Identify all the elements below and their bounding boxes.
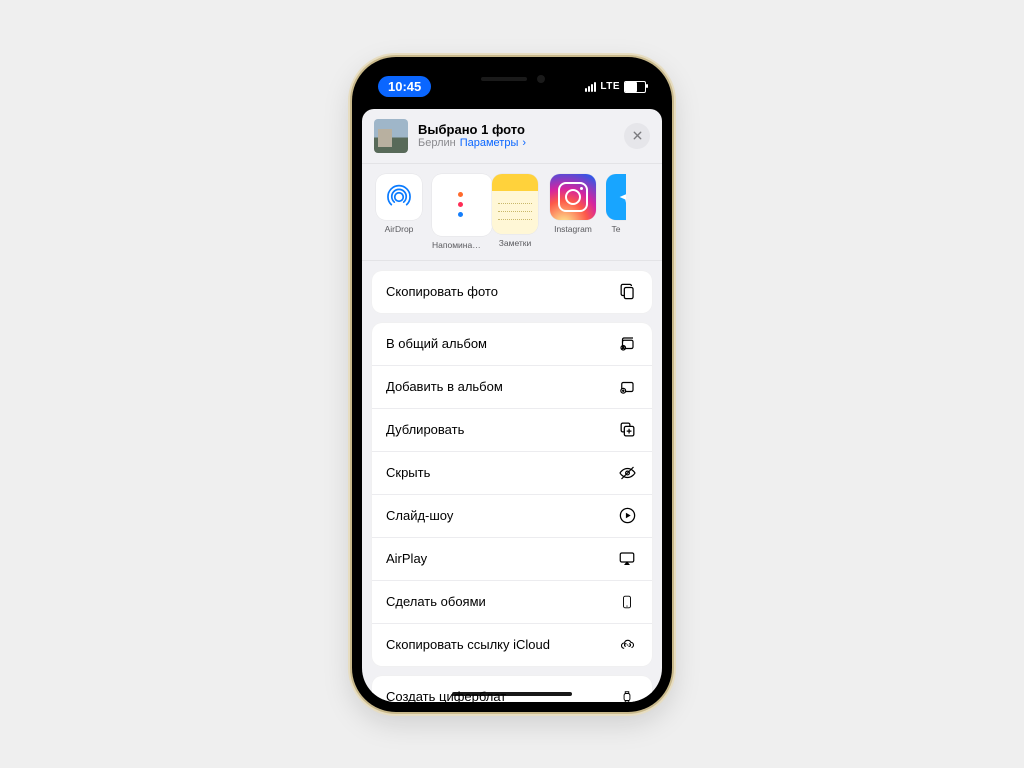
share-app-airdrop[interactable]: AirDrop (374, 174, 424, 250)
instagram-icon (550, 174, 596, 220)
action-duplicate[interactable]: Дублировать (372, 408, 652, 451)
share-app-instagram[interactable]: Instagram (548, 174, 598, 250)
signal-icon (585, 82, 596, 92)
airdrop-icon (376, 174, 422, 220)
notch (437, 67, 587, 91)
action-group-2: В общий альбом Добавить в альбом (372, 323, 652, 666)
phone-icon (616, 592, 638, 612)
status-time-pill: 10:45 (378, 76, 431, 97)
selection-title: Выбрано 1 фото (418, 122, 624, 137)
options-link[interactable]: Параметры (460, 137, 519, 149)
notes-icon (492, 174, 538, 234)
action-label: Слайд-шоу (386, 508, 453, 523)
action-hide[interactable]: Скрыть (372, 451, 652, 494)
action-label: Скопировать ссылку iCloud (386, 637, 550, 652)
reminders-icon (432, 174, 492, 236)
action-label: Скрыть (386, 465, 430, 480)
cloud-link-icon (616, 635, 638, 655)
share-app-notes[interactable]: Заметки (490, 174, 540, 250)
action-label: Скопировать фото (386, 284, 498, 299)
close-icon (632, 130, 643, 141)
action-watch-face[interactable]: Создать циферблат (372, 676, 652, 702)
battery-icon (624, 81, 646, 93)
action-label: Дублировать (386, 422, 464, 437)
action-label: В общий альбом (386, 336, 487, 351)
selection-location: Берлин (418, 137, 456, 149)
app-label: Заметки (490, 238, 540, 248)
chevron-right-icon: › (522, 137, 526, 149)
telegram-icon (606, 174, 626, 220)
app-label: Напоминания (432, 240, 482, 250)
add-album-icon (616, 377, 638, 397)
play-icon (616, 506, 638, 526)
action-copy-photo[interactable]: Скопировать фото (372, 271, 652, 313)
action-icloud-link[interactable]: Скопировать ссылку iCloud (372, 623, 652, 666)
action-label: AirPlay (386, 551, 427, 566)
action-shared-album[interactable]: В общий альбом (372, 323, 652, 365)
action-airplay[interactable]: AirPlay (372, 537, 652, 580)
airplay-icon (616, 549, 638, 569)
selected-photo-thumbnail[interactable] (374, 119, 408, 153)
action-label: Сделать обоями (386, 594, 486, 609)
network-label: LTE (600, 81, 620, 92)
home-indicator[interactable] (452, 692, 572, 696)
phone-frame: 10:45 LTE Выбрано 1 фото Берлин Параметр… (352, 57, 672, 712)
watch-icon (616, 687, 638, 702)
hide-icon (616, 463, 638, 483)
action-group-1: Скопировать фото (372, 271, 652, 313)
share-app-telegram[interactable]: Te (606, 174, 626, 250)
close-button[interactable] (624, 123, 650, 149)
actions-scroll[interactable]: Скопировать фото В общий альбом (362, 261, 662, 702)
app-label: Instagram (548, 224, 598, 234)
shared-album-icon (616, 334, 638, 354)
action-add-to-album[interactable]: Добавить в альбом (372, 365, 652, 408)
share-sheet: Выбрано 1 фото Берлин Параметры › (362, 109, 662, 702)
action-group-3: Создать циферблат Сохранить в «Файлы» (372, 676, 652, 702)
app-label: AirDrop (374, 224, 424, 234)
share-sheet-header: Выбрано 1 фото Берлин Параметры › (362, 109, 662, 164)
app-label: Te (606, 224, 626, 234)
action-label: Добавить в альбом (386, 379, 503, 394)
phone-screen: 10:45 LTE Выбрано 1 фото Берлин Параметр… (362, 67, 662, 702)
action-wallpaper[interactable]: Сделать обоями (372, 580, 652, 623)
share-apps-row[interactable]: AirDrop Напоминания Заметки (362, 164, 662, 261)
share-app-reminders[interactable]: Напоминания (432, 174, 482, 250)
copy-icon (616, 282, 638, 302)
duplicate-icon (616, 420, 638, 440)
action-slideshow[interactable]: Слайд-шоу (372, 494, 652, 537)
